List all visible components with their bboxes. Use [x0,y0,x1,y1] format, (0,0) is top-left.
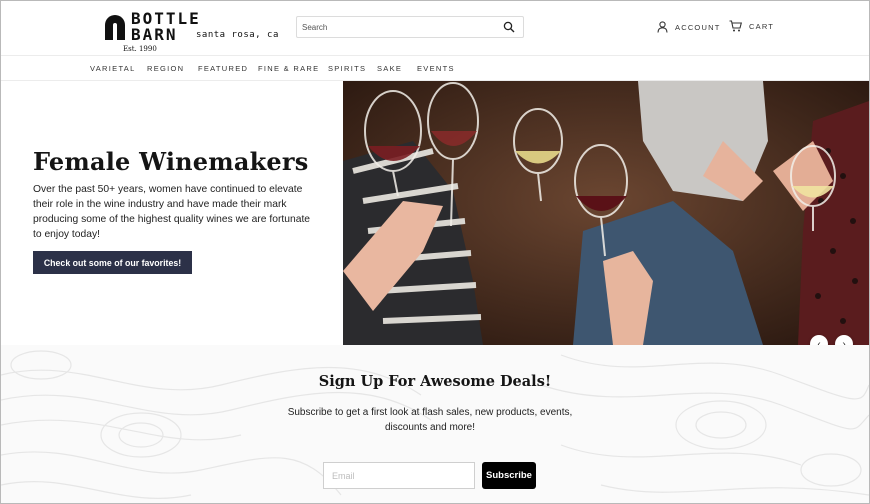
logo-established: Est. 1990 [123,45,157,53]
email-field[interactable] [323,462,475,489]
cart-icon [729,20,742,32]
account-label: ACCOUNT [675,22,721,32]
nav-item-varietal[interactable]: VARIETAL [90,64,136,73]
search-icon[interactable] [503,21,515,33]
logo-location: santa rosa, ca [196,30,279,40]
hero-title: Female Winemakers [33,147,309,176]
signup-description: Subscribe to get a first look at flash s… [287,407,573,433]
nav-item-spirits[interactable]: SPIRITS [328,64,366,73]
cart-label: CART [749,21,775,31]
account-link[interactable]: ACCOUNT [657,20,720,34]
subscribe-button[interactable]: Subscribe [482,462,536,489]
wine-glasses-toast-photo [343,81,869,345]
bottle-logo-icon [105,15,125,40]
brand-logo[interactable]: BOTTLE BARN santa rosa, ca Est. 1990 [103,11,283,55]
hero-banner: Female Winemakers Over the past 50+ year… [1,81,869,345]
logo-line-2: BARN [131,25,178,44]
nav-item-fine-rare[interactable]: FINE & RARE [258,64,319,73]
search-input[interactable] [297,17,497,37]
nav-item-featured[interactable]: FEATURED [198,64,248,73]
signup-title: Sign Up For Awesome Deals! [318,373,552,390]
search-box [296,16,524,38]
nav-item-sake[interactable]: SAKE [377,64,402,73]
main-nav: VARIETAL REGION FEATURED FINE & RARE SPI… [1,55,869,81]
user-icon [657,21,668,33]
hero-description: Over the past 50+ years, women have cont… [33,184,311,240]
nav-item-region[interactable]: REGION [147,64,184,73]
favorites-button[interactable]: Check out some of our favorites! [33,251,192,274]
cart-link[interactable]: CART [729,19,774,33]
page: BOTTLE BARN santa rosa, ca Est. 1990 ACC… [0,0,870,504]
newsletter-section: Sign Up For Awesome Deals! Subscribe to … [1,345,869,503]
site-header: BOTTLE BARN santa rosa, ca Est. 1990 ACC… [1,1,869,55]
nav-item-events[interactable]: EVENTS [417,64,455,73]
